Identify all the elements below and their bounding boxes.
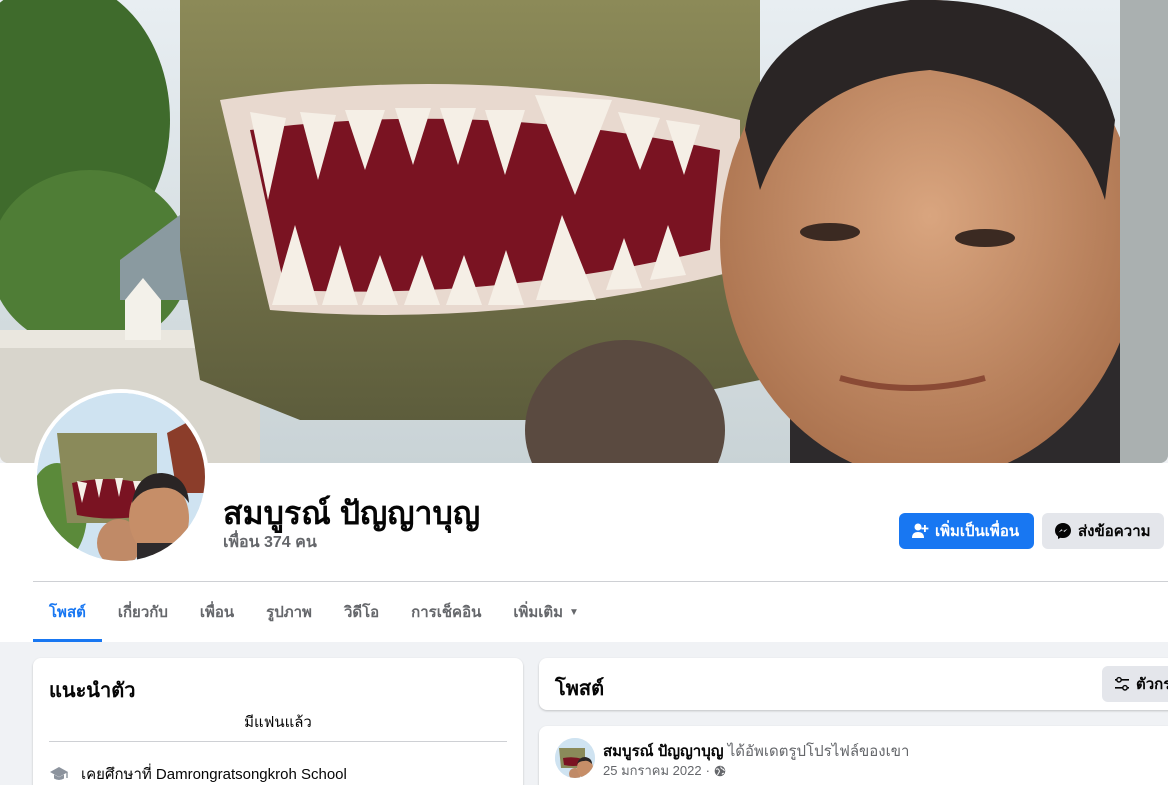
profile-avatar[interactable] (33, 389, 209, 565)
tab-more[interactable]: เพิ่มเติม ▼ (497, 582, 595, 642)
post-avatar-image (555, 738, 595, 778)
tab-label: การเช็คอิน (411, 604, 482, 621)
intro-bio: มีแฟนแล้ว (244, 714, 312, 731)
caret-down-icon: ▼ (569, 606, 579, 618)
add-friend-icon (912, 523, 929, 538)
meta-separator: · (705, 763, 710, 778)
tab-label: เพิ่มเติม (513, 604, 564, 621)
post-author-avatar[interactable] (555, 738, 595, 778)
post-timestamp[interactable]: 25 มกราคม 2022 (603, 760, 702, 781)
intro-title: แนะนำตัว (49, 680, 136, 702)
tab-friends[interactable]: เพื่อน (184, 582, 250, 642)
message-label: ส่งข้อความ (1078, 523, 1151, 540)
globe-icon[interactable] (714, 765, 726, 777)
filter-label: ตัวกรอง (1136, 676, 1168, 693)
tab-about[interactable]: เกี่ยวกับ (102, 582, 184, 642)
filter-button[interactable]: ตัวกรอง (1102, 666, 1168, 702)
tab-checkins[interactable]: การเช็คอิน (395, 582, 497, 642)
avatar-image (37, 393, 205, 561)
tab-photos[interactable]: รูปภาพ (250, 582, 328, 642)
add-friend-label: เพิ่มเป็นเพื่อน (935, 523, 1020, 540)
tab-label: โพสต์ (49, 604, 86, 621)
tab-label: เกี่ยวกับ (117, 604, 168, 621)
message-button[interactable]: ส่งข้อความ (1042, 513, 1164, 549)
posts-header-card: โพสต์ ตัวกรอง (539, 658, 1168, 710)
intro-card: แนะนำตัว มีแฟนแล้ว เคยศึกษาที่ Damrongra… (33, 658, 523, 785)
tab-posts[interactable]: โพสต์ (33, 582, 102, 642)
post-action-text: ได้อัพเดตรูปโปรไฟล์ของเขา (727, 743, 910, 760)
filter-icon (1115, 676, 1129, 691)
post-author-name[interactable]: สมบูรณ์ ปัญญาบุญ (603, 743, 724, 760)
cover-photo-image (0, 0, 1168, 463)
post-meta: 25 มกราคม 2022 · (603, 760, 726, 781)
tab-label: วิดีโอ (343, 604, 380, 621)
add-friend-button[interactable]: เพิ่มเป็นเพื่อน (899, 513, 1034, 549)
education-text: เคยศึกษาที่ Damrongratsongkroh School (81, 766, 347, 783)
profile-tabs: โพสต์ เกี่ยวกับ เพื่อน รูปภาพ วิดีโอ การ… (33, 582, 595, 642)
posts-title: โพสต์ (555, 678, 605, 700)
graduation-cap-icon (50, 767, 68, 780)
intro-divider (49, 741, 507, 742)
cover-photo[interactable] (0, 0, 1168, 463)
tab-videos[interactable]: วิดีโอ (328, 582, 395, 642)
friend-count[interactable]: เพื่อน 374 คน (223, 530, 317, 555)
messenger-icon (1055, 523, 1071, 539)
intro-education: เคยศึกษาที่ Damrongratsongkroh School (49, 762, 347, 785)
tab-label: เพื่อน (199, 604, 235, 621)
post-card: สมบูรณ์ ปัญญาบุญ ได้อัพเดตรูปโปรไฟล์ของเ… (539, 726, 1168, 785)
tab-label: รูปภาพ (266, 604, 312, 621)
